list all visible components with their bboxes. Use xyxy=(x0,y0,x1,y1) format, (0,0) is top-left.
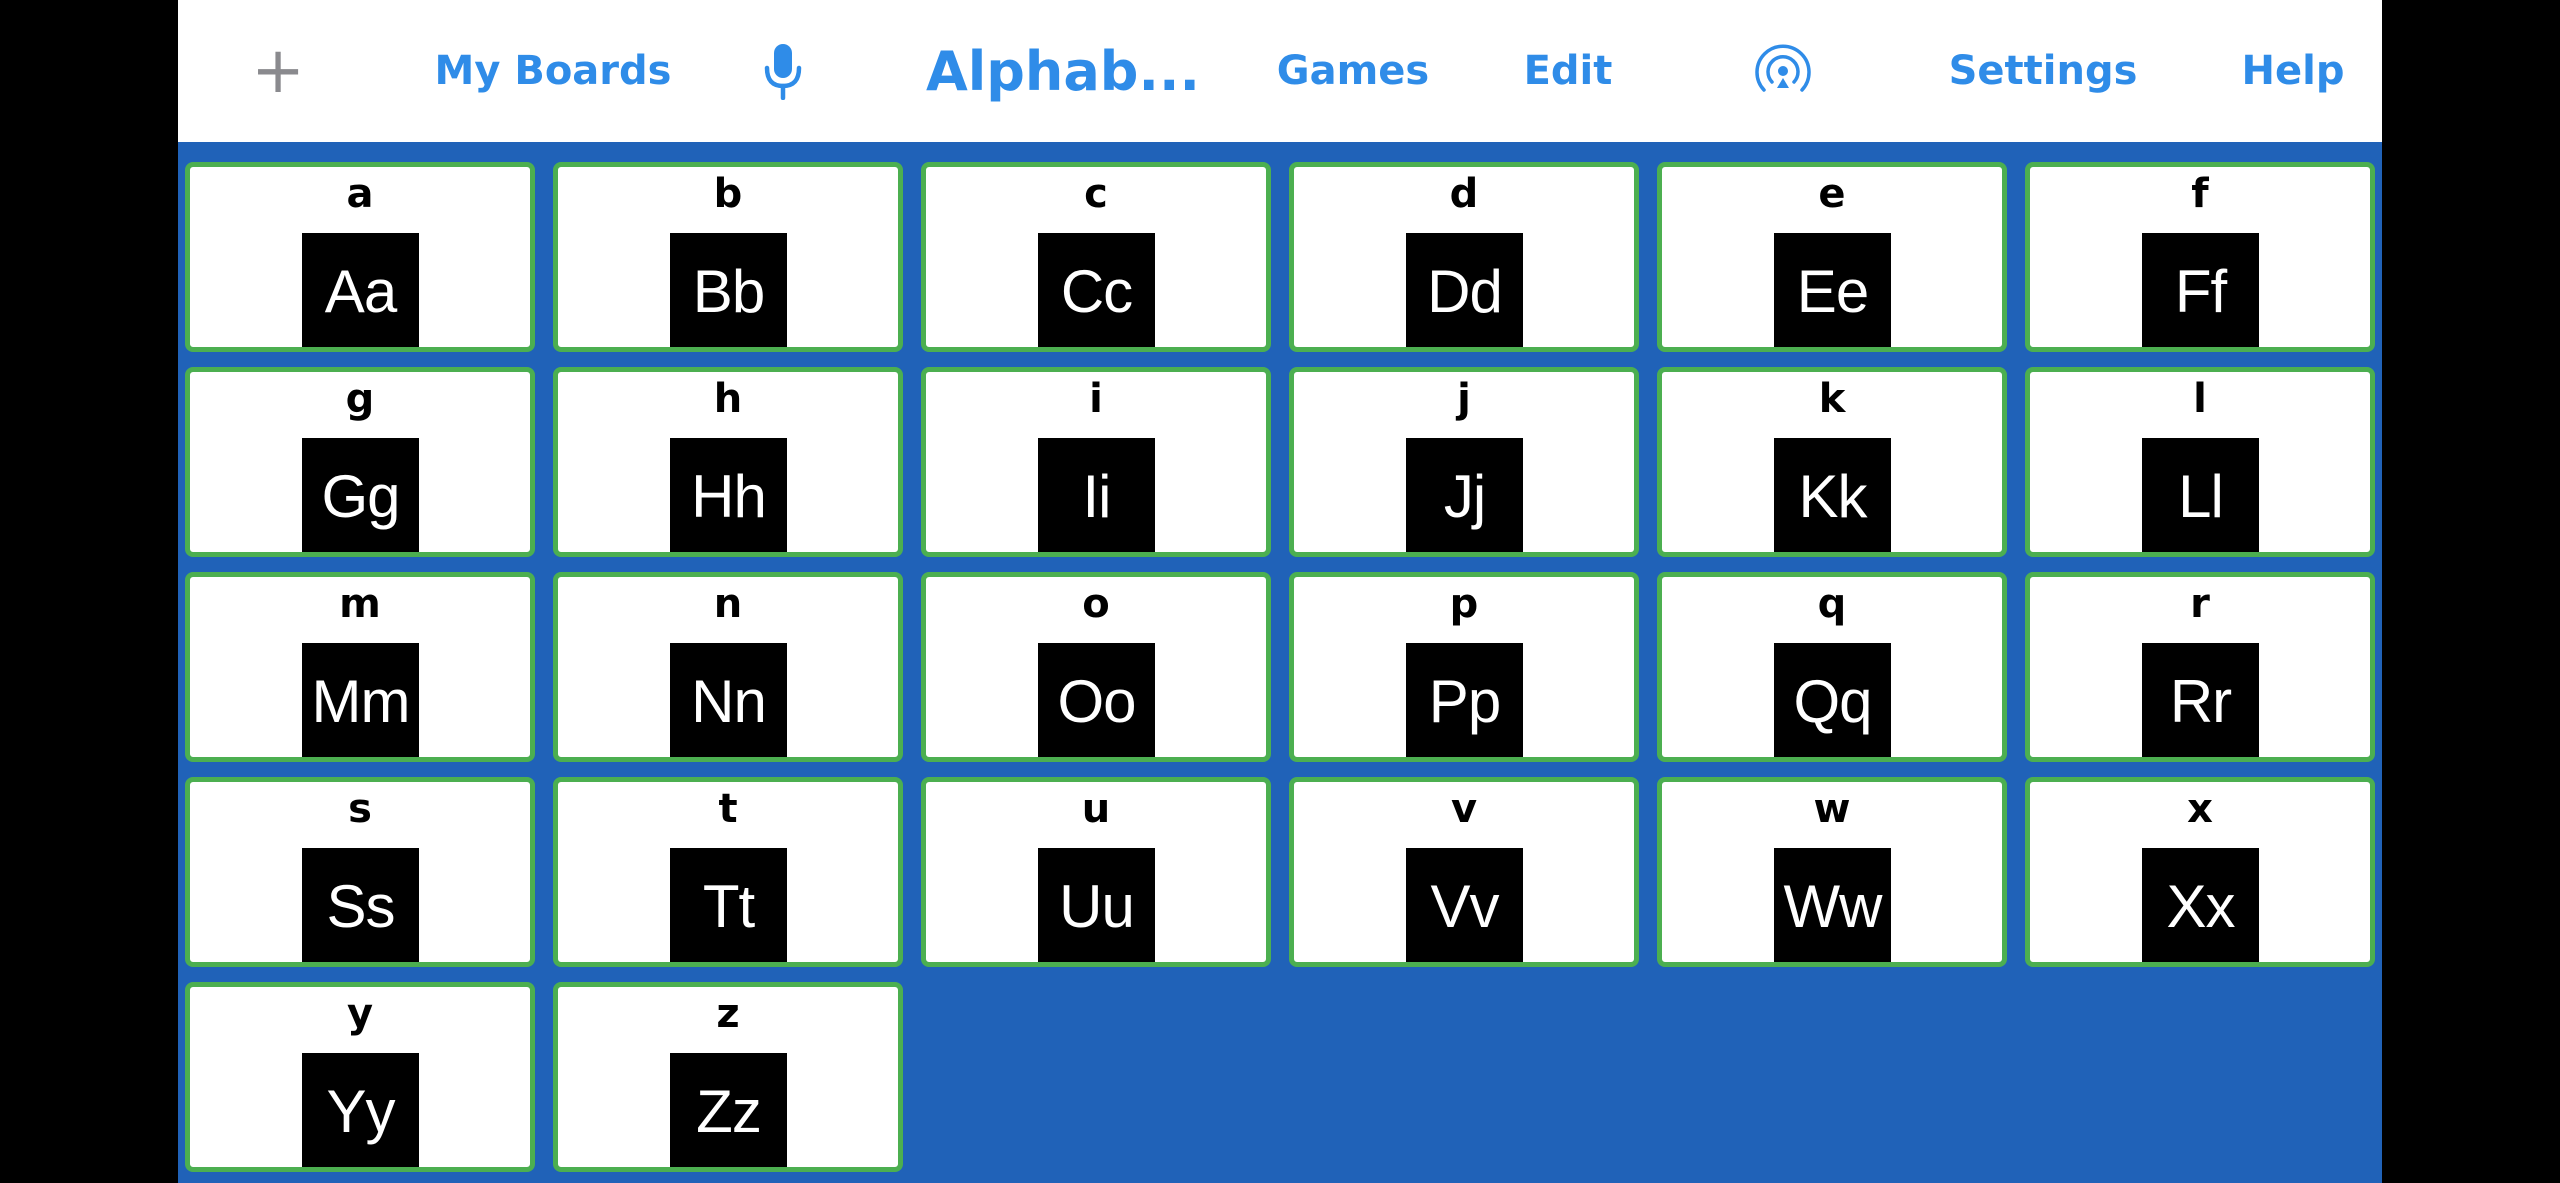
tile-image: Xx xyxy=(2142,848,2259,962)
board-tile-x[interactable]: x Xx xyxy=(2025,777,2375,967)
board-tile-k[interactable]: k Kk xyxy=(1657,367,2007,557)
tile-image: Ll xyxy=(2142,438,2259,552)
tile-image: Cc xyxy=(1038,233,1155,347)
board-tile-r[interactable]: r Rr xyxy=(2025,572,2375,762)
tile-label: u xyxy=(1081,786,1111,832)
tile-image: Rr xyxy=(2142,643,2259,757)
board-tile-z[interactable]: z Zz xyxy=(553,982,903,1172)
tile-image: Mm xyxy=(302,643,419,757)
tile-label: f xyxy=(2191,171,2209,217)
tile-image: Pp xyxy=(1406,643,1523,757)
tile-label: e xyxy=(1818,171,1846,217)
board-tile-o[interactable]: o Oo xyxy=(921,572,1271,762)
board-tile-w[interactable]: w Ww xyxy=(1657,777,2007,967)
tile-image: Tt xyxy=(670,848,787,962)
board-tile-u[interactable]: u Uu xyxy=(921,777,1271,967)
board-tile-q[interactable]: q Qq xyxy=(1657,572,2007,762)
tile-label: s xyxy=(348,786,372,832)
board-tile-n[interactable]: n Nn xyxy=(553,572,903,762)
tile-label: l xyxy=(2193,376,2207,422)
board-tile-a[interactable]: a Aa xyxy=(185,162,535,352)
board-tile-b[interactable]: b Bb xyxy=(553,162,903,352)
board-title: Alphab... xyxy=(925,39,1201,103)
add-board-button[interactable]: + xyxy=(228,0,328,142)
tile-label: a xyxy=(346,171,374,217)
tile-label: t xyxy=(718,786,738,832)
tile-label: m xyxy=(339,581,381,627)
app-window: + My Boards Alphab... Games Edit Setting… xyxy=(178,0,2382,1183)
top-navigation-bar: + My Boards Alphab... Games Edit Setting… xyxy=(178,0,2382,142)
tile-label: y xyxy=(346,991,374,1037)
tile-image: Uu xyxy=(1038,848,1155,962)
tile-image: Zz xyxy=(670,1053,787,1167)
tile-label: k xyxy=(1818,376,1846,422)
board-tile-f[interactable]: f Ff xyxy=(2025,162,2375,352)
edit-button[interactable]: Edit xyxy=(1498,0,1638,142)
tile-image: Kk xyxy=(1774,438,1891,552)
tile-label: j xyxy=(1457,376,1471,422)
tile-label: i xyxy=(1089,376,1103,422)
help-button[interactable]: Help xyxy=(2218,0,2368,142)
tile-image: Qq xyxy=(1774,643,1891,757)
tile-label: q xyxy=(1817,581,1847,627)
tile-label: c xyxy=(1084,171,1108,217)
tile-label: d xyxy=(1449,171,1479,217)
tile-label: v xyxy=(1450,786,1478,832)
tile-label: g xyxy=(345,376,375,422)
tile-image: Ff xyxy=(2142,233,2259,347)
tile-image: Yy xyxy=(302,1053,419,1167)
board-tile-m[interactable]: m Mm xyxy=(185,572,535,762)
tile-label: p xyxy=(1449,581,1479,627)
tile-label: x xyxy=(2187,786,2213,832)
board-tile-j[interactable]: j Jj xyxy=(1289,367,1639,557)
tile-label: r xyxy=(2190,581,2210,627)
board-tile-v[interactable]: v Vv xyxy=(1289,777,1639,967)
tile-image: Ee xyxy=(1774,233,1891,347)
tile-image: Ss xyxy=(302,848,419,962)
tile-label: b xyxy=(713,171,743,217)
my-boards-button[interactable]: My Boards xyxy=(428,0,678,142)
board-tile-c[interactable]: c Cc xyxy=(921,162,1271,352)
board-tile-g[interactable]: g Gg xyxy=(185,367,535,557)
airdrop-icon xyxy=(1750,38,1816,104)
tile-image: Ii xyxy=(1038,438,1155,552)
microphone-icon xyxy=(763,42,803,100)
tile-image: Bb xyxy=(670,233,787,347)
board-tile-d[interactable]: d Dd xyxy=(1289,162,1639,352)
board-grid: a Aa b Bb c Cc d Dd e Ee f Ff g Gg h Hh i Ii j Jj k Kk l Ll m Mm n… xyxy=(182,162,2378,1172)
tile-image: Nn xyxy=(670,643,787,757)
tile-image: Vv xyxy=(1406,848,1523,962)
tile-label: z xyxy=(716,991,740,1037)
tile-label: w xyxy=(1813,786,1851,832)
board-tile-l[interactable]: l Ll xyxy=(2025,367,2375,557)
games-button[interactable]: Games xyxy=(1258,0,1448,142)
tile-image: Jj xyxy=(1406,438,1523,552)
share-button[interactable] xyxy=(1738,0,1828,142)
board-tile-y[interactable]: y Yy xyxy=(185,982,535,1172)
tile-image: Aa xyxy=(302,233,419,347)
tile-image: Dd xyxy=(1406,233,1523,347)
tile-label: h xyxy=(713,376,743,422)
plus-icon: + xyxy=(251,34,305,108)
tile-label: n xyxy=(713,581,743,627)
settings-button[interactable]: Settings xyxy=(1918,0,2168,142)
board-tile-t[interactable]: t Tt xyxy=(553,777,903,967)
tile-image: Hh xyxy=(670,438,787,552)
board-tile-e[interactable]: e Ee xyxy=(1657,162,2007,352)
tile-image: Ww xyxy=(1774,848,1891,962)
board-tile-s[interactable]: s Ss xyxy=(185,777,535,967)
microphone-button[interactable] xyxy=(748,0,818,142)
tile-label: o xyxy=(1082,581,1110,627)
board-tile-i[interactable]: i Ii xyxy=(921,367,1271,557)
tile-image: Gg xyxy=(302,438,419,552)
board-tile-p[interactable]: p Pp xyxy=(1289,572,1639,762)
tile-image: Oo xyxy=(1038,643,1155,757)
board-tile-h[interactable]: h Hh xyxy=(553,367,903,557)
